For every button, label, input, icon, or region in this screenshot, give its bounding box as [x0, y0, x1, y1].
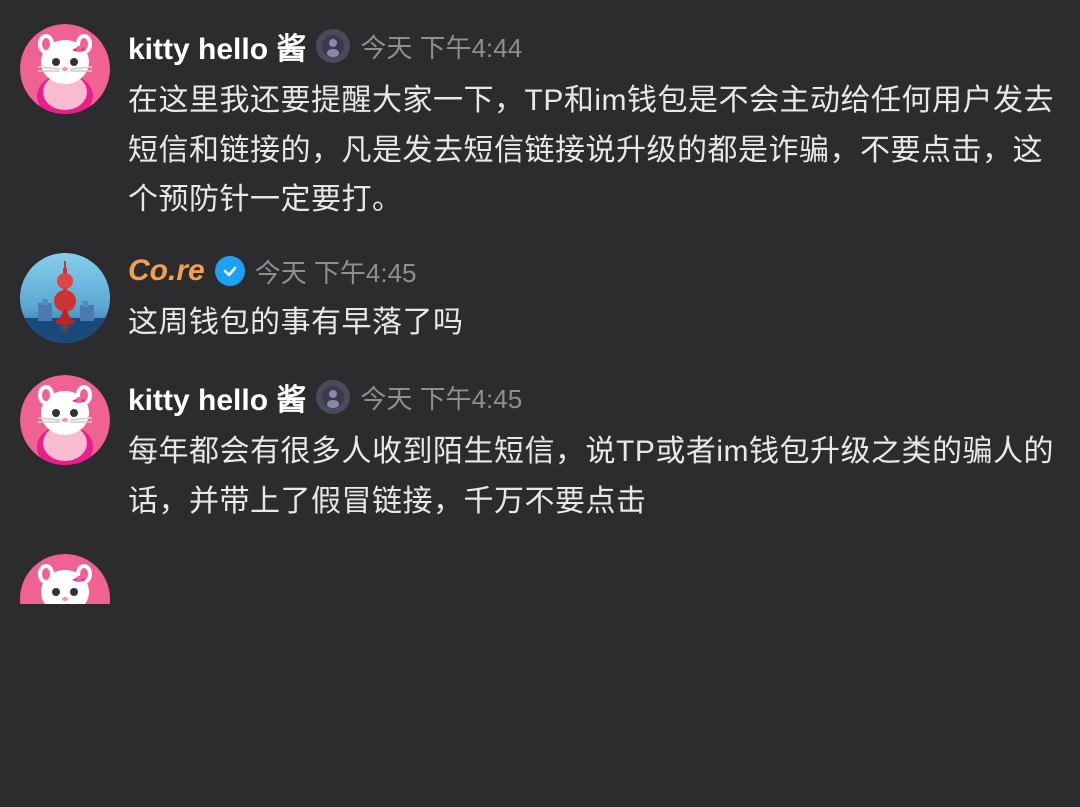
avatar	[20, 24, 110, 114]
timestamp: 今天 下午4:45	[360, 379, 522, 416]
message-row: kitty hello 酱 今天 下午4:44 在这里我还要提醒大家一下，TP和…	[20, 24, 1060, 225]
message-row: Co.re 今天 下午4:45 这周钱包的事有早落了吗	[20, 253, 1060, 348]
avatar-partial	[20, 554, 110, 604]
message-text: 这周钱包的事有早落了吗	[128, 298, 1060, 348]
avatar	[20, 253, 110, 343]
message-header: kitty hello 酱 今天 下午4:45	[128, 375, 1060, 419]
message-content: kitty hello 酱 今天 下午4:45 每年都会有很多人收到陌生短信，说…	[128, 375, 1060, 526]
chat-container: kitty hello 酱 今天 下午4:44 在这里我还要提醒大家一下，TP和…	[0, 0, 1080, 628]
avatar	[20, 375, 110, 465]
username: kitty hello 酱	[128, 375, 306, 419]
message-row-partial	[20, 554, 1060, 604]
verified-badge-icon	[215, 256, 245, 286]
message-text: 在这里我还要提醒大家一下，TP和im钱包是不会主动给任何用户发去短信和链接的，凡…	[128, 76, 1060, 225]
user-badge-icon	[316, 29, 350, 63]
message-text: 每年都会有很多人收到陌生短信，说TP或者im钱包升级之类的骗人的话，并带上了假冒…	[128, 427, 1060, 526]
message-header: Co.re 今天 下午4:45	[128, 253, 1060, 290]
message-content: Co.re 今天 下午4:45 这周钱包的事有早落了吗	[128, 253, 1060, 348]
message-header: kitty hello 酱 今天 下午4:44	[128, 24, 1060, 68]
timestamp: 今天 下午4:44	[360, 28, 522, 65]
message-row: kitty hello 酱 今天 下午4:45 每年都会有很多人收到陌生短信，说…	[20, 375, 1060, 526]
username: kitty hello 酱	[128, 24, 306, 68]
timestamp: 今天 下午4:45	[255, 253, 417, 290]
user-badge-icon	[316, 380, 350, 414]
message-content: kitty hello 酱 今天 下午4:44 在这里我还要提醒大家一下，TP和…	[128, 24, 1060, 225]
username: Co.re	[128, 254, 205, 288]
